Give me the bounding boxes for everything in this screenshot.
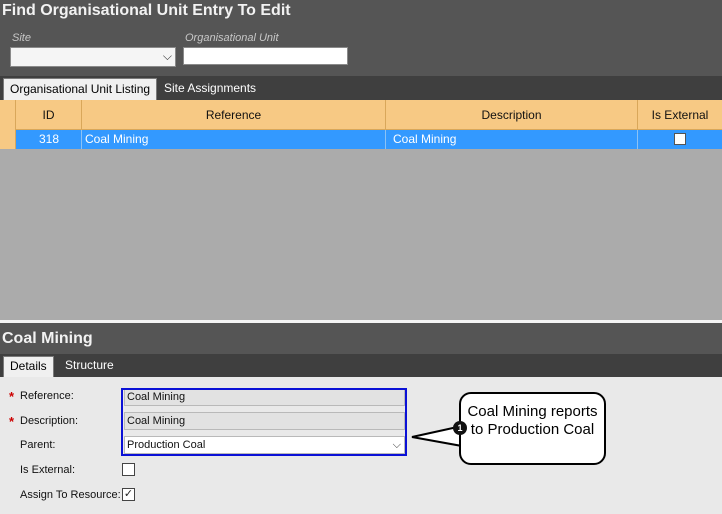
required-marker: * — [9, 414, 15, 429]
column-header-reference[interactable]: Reference — [82, 100, 386, 130]
row-selector[interactable] — [0, 130, 16, 149]
org-unit-grid: ID Reference Description Is External 318… — [0, 100, 722, 320]
step-badge: 1 — [453, 421, 467, 435]
is-external-checkbox[interactable] — [122, 463, 135, 476]
cell-reference: Coal Mining — [82, 130, 386, 149]
detail-title: Coal Mining — [2, 330, 93, 347]
column-header-id[interactable]: ID — [16, 100, 82, 130]
site-label: Site — [12, 32, 31, 44]
parent-label: Parent: — [20, 439, 56, 451]
find-panel: Find Organisational Unit Entry To Edit S… — [0, 0, 722, 76]
site-select[interactable]: ⌵ — [10, 47, 176, 67]
org-unit-input[interactable] — [183, 47, 348, 65]
chevron-down-icon: ⌵ — [162, 49, 172, 63]
tab-site-assignments[interactable]: Site Assignments — [158, 78, 262, 100]
table-row[interactable]: 318 Coal Mining Coal Mining — [0, 130, 722, 149]
tab-details[interactable]: Details — [3, 356, 54, 377]
detail-header: Coal Mining — [0, 323, 722, 354]
is-external-checkbox[interactable] — [674, 133, 686, 145]
org-unit-label: Organisational Unit — [185, 32, 279, 44]
tab-structure[interactable]: Structure — [59, 356, 120, 377]
grid-header: ID Reference Description Is External — [0, 100, 722, 130]
assign-to-resource-checkbox[interactable]: ✓ — [122, 488, 135, 501]
cell-description: Coal Mining — [386, 130, 638, 149]
find-panel-title: Find Organisational Unit Entry To Edit — [2, 2, 291, 19]
checkmark-icon: ✓ — [123, 488, 134, 500]
column-header-is-external[interactable]: Is External — [638, 100, 722, 130]
detail-tab-strip: Details Structure — [0, 354, 722, 377]
required-marker: * — [9, 389, 15, 404]
assign-to-resource-label: Assign To Resource: — [20, 489, 121, 501]
row-selector-header — [0, 100, 16, 130]
tab-organisational-unit-listing[interactable]: Organisational Unit Listing — [3, 78, 158, 100]
callout-bubble: Coal Mining reports to Production Coal — [459, 392, 606, 465]
listing-tab-strip: Organisational Unit Listing Site Assignm… — [0, 76, 722, 100]
cell-id: 318 — [16, 130, 82, 149]
is-external-label: Is External: — [20, 464, 76, 476]
description-label: Description: — [20, 415, 79, 427]
reference-label: Reference: — [20, 390, 74, 402]
column-header-description[interactable]: Description — [386, 100, 638, 130]
highlight-box — [121, 388, 407, 456]
